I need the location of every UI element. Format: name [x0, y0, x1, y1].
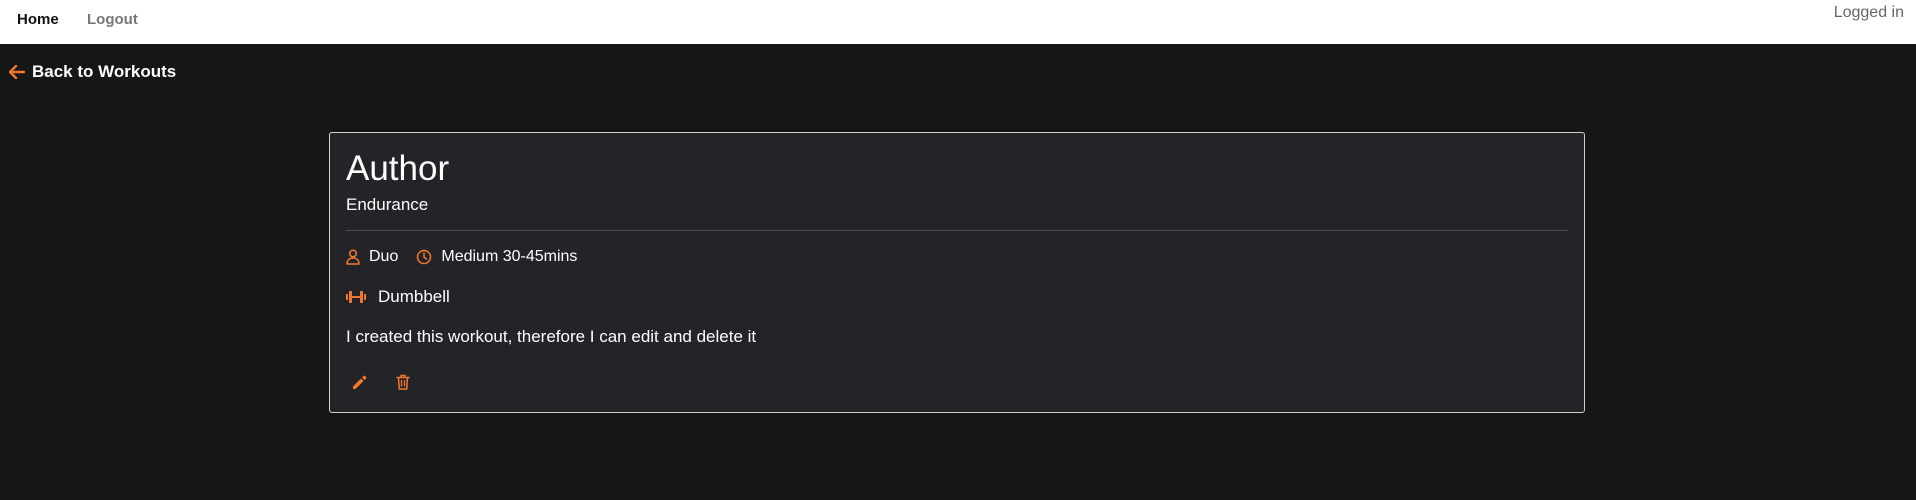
clock-icon [417, 249, 432, 265]
edit-button[interactable] [346, 369, 372, 395]
trash-icon [396, 374, 410, 390]
nav-logout-link[interactable]: Logout [87, 12, 138, 28]
pencil-icon [352, 375, 366, 389]
workout-description: I created this workout, therefore I can … [346, 327, 757, 346]
workout-card: Author Endurance Duo Medium 30-45mins Du… [329, 132, 1585, 413]
group-size-item: Duo [346, 248, 398, 266]
card-actions [346, 369, 416, 395]
delete-button[interactable] [390, 369, 416, 395]
card-divider [346, 230, 1568, 231]
back-to-workouts-link[interactable]: Back to Workouts [9, 62, 176, 82]
workout-category: Endurance [346, 195, 429, 214]
workout-meta-row: Duo Medium 30-45mins [346, 248, 595, 266]
top-navbar: Home Logout Logged in [0, 0, 1916, 44]
equipment-label: Dumbbell [378, 287, 450, 306]
duration-label: Medium 30-45mins [441, 248, 578, 265]
back-link-label: Back to Workouts [32, 62, 177, 81]
dumbbell-icon [346, 291, 366, 303]
login-status-text: Logged in [1833, 4, 1904, 21]
workout-title: Author [346, 149, 450, 188]
nav-home-link[interactable]: Home [17, 12, 59, 28]
person-icon [346, 249, 360, 265]
group-size-label: Duo [369, 248, 399, 265]
arrow-left-icon [9, 65, 25, 79]
duration-item: Medium 30-45mins [416, 248, 577, 266]
equipment-row: Dumbbell [346, 287, 450, 307]
